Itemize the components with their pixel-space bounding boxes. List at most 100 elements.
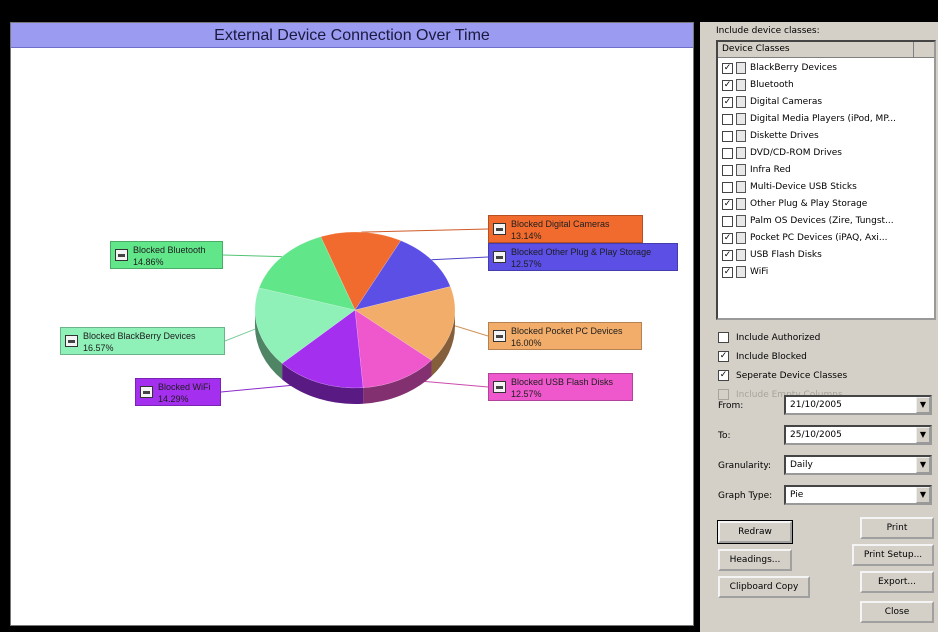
device-class-checkbox[interactable] — [722, 165, 733, 176]
pocket-pc-icon — [493, 330, 506, 342]
graph-type-dropdown-button[interactable]: ▼ — [916, 487, 930, 503]
granularity-label: Granularity: — [718, 461, 772, 471]
leader-line — [222, 254, 283, 258]
device-class-checkbox[interactable]: ✓ — [722, 199, 733, 210]
device-class-row[interactable]: Palm OS Devices (Zire, Tungst... — [722, 213, 934, 230]
options-panel: Include device classes: Device Classes ✓… — [700, 22, 938, 632]
pie-label-usb-flash-disks: Blocked USB Flash Disks 12.57% — [488, 373, 633, 401]
device-icon — [736, 249, 746, 261]
column-header-device-classes[interactable]: Device Classes — [718, 42, 914, 57]
from-date-value: 21/10/2005 — [790, 400, 842, 410]
separate-device-classes-checkbox[interactable]: ✓ — [718, 370, 729, 381]
device-class-checkbox[interactable] — [722, 216, 733, 227]
graph-type-value: Pie — [790, 490, 804, 500]
graph-type-label: Graph Type: — [718, 491, 773, 501]
device-class-row[interactable]: ✓ USB Flash Disks — [722, 247, 934, 264]
device-class-row[interactable]: ✓ WiFi — [722, 264, 934, 281]
device-class-row[interactable]: ✓ Pocket PC Devices (iPAQ, Axi... — [722, 230, 934, 247]
device-class-label: Infra Red — [750, 165, 791, 175]
pie-label-digital-cameras: Blocked Digital Cameras 13.14% — [488, 215, 643, 243]
leader-line — [452, 324, 489, 337]
device-class-row[interactable]: ✓ BlackBerry Devices — [722, 60, 934, 77]
device-class-checkbox[interactable]: ✓ — [722, 97, 733, 108]
leader-line — [224, 327, 258, 342]
include-blocked-checkbox[interactable]: ✓ — [718, 351, 729, 362]
device-icon — [736, 79, 746, 91]
granularity-select[interactable]: Daily ▼ — [784, 455, 932, 475]
device-icon — [736, 96, 746, 108]
device-class-label: WiFi — [750, 267, 769, 277]
device-class-label: BlackBerry Devices — [750, 63, 837, 73]
redraw-button[interactable]: Redraw — [717, 520, 793, 544]
device-class-checkbox[interactable] — [722, 148, 733, 159]
device-class-row[interactable]: ✓ Digital Cameras — [722, 94, 934, 111]
chart-window: External Device Connection Over Time Blo… — [0, 0, 938, 632]
device-class-checkbox[interactable]: ✓ — [722, 80, 733, 91]
device-icon — [736, 62, 746, 74]
device-icon — [736, 198, 746, 210]
chart-area: External Device Connection Over Time Blo… — [10, 22, 694, 626]
device-class-label: Digital Cameras — [750, 97, 823, 107]
leader-line — [361, 228, 489, 233]
device-class-label: DVD/CD-ROM Drives — [750, 148, 842, 158]
device-class-row[interactable]: ✓ Other Plug & Play Storage — [722, 196, 934, 213]
to-date-value: 25/10/2005 — [790, 430, 842, 440]
from-dropdown-button[interactable]: ▼ — [916, 397, 930, 413]
to-date-picker[interactable]: 25/10/2005 ▼ — [784, 425, 932, 445]
headings-button[interactable]: Headings... — [718, 549, 792, 571]
print-setup-button[interactable]: Print Setup... — [852, 544, 934, 566]
device-icon — [736, 266, 746, 278]
device-class-row[interactable]: Multi-Device USB Sticks — [722, 179, 934, 196]
device-icon — [736, 147, 746, 159]
bluetooth-icon — [115, 249, 128, 261]
device-icon — [736, 181, 746, 193]
device-class-row[interactable]: Infra Red — [722, 162, 934, 179]
slice-percent: 16.00% — [511, 338, 542, 348]
leader-line — [431, 256, 489, 261]
device-class-row[interactable]: ✓ Bluetooth — [722, 77, 934, 94]
slice-name: Blocked Pocket PC Devices — [511, 326, 623, 336]
slice-name: Blocked Other Plug & Play Storage — [511, 247, 652, 257]
granularity-value: Daily — [790, 460, 813, 470]
device-class-row[interactable]: Diskette Drives — [722, 128, 934, 145]
pie-label-blackberry-devices: Blocked BlackBerry Devices 16.57% — [60, 327, 225, 355]
device-class-label: Diskette Drives — [750, 131, 819, 141]
device-class-label: Other Plug & Play Storage — [750, 199, 868, 209]
granularity-dropdown-button[interactable]: ▼ — [916, 457, 930, 473]
device-icon — [736, 130, 746, 142]
device-classes-list[interactable]: Device Classes ✓ BlackBerry Devices ✓ Bluet… — [716, 40, 936, 320]
device-icon — [736, 215, 746, 227]
device-class-row[interactable]: Digital Media Players (iPod, MP... — [722, 111, 934, 128]
print-button[interactable]: Print — [860, 517, 934, 539]
blackberry-icon — [65, 335, 78, 347]
device-class-checkbox[interactable] — [722, 182, 733, 193]
device-class-checkbox[interactable]: ✓ — [722, 250, 733, 261]
device-class-label: USB Flash Disks — [750, 250, 822, 260]
slice-name: Blocked WiFi — [158, 382, 211, 392]
camera-icon — [493, 223, 506, 235]
device-class-label: Digital Media Players (iPod, MP... — [750, 114, 896, 124]
from-date-picker[interactable]: 21/10/2005 ▼ — [784, 395, 932, 415]
include-authorized-checkbox[interactable] — [718, 332, 729, 343]
device-class-checkbox[interactable]: ✓ — [722, 267, 733, 278]
slice-name: Blocked USB Flash Disks — [511, 377, 614, 387]
slice-name: Blocked Digital Cameras — [511, 219, 610, 229]
graph-type-select[interactable]: Pie ▼ — [784, 485, 932, 505]
device-class-checkbox[interactable] — [722, 114, 733, 125]
to-label: To: — [718, 431, 731, 441]
slice-percent: 12.57% — [511, 259, 542, 269]
clipboard-copy-button[interactable]: Clipboard Copy — [718, 576, 810, 598]
slice-name: Blocked Bluetooth — [133, 245, 206, 255]
to-dropdown-button[interactable]: ▼ — [916, 427, 930, 443]
slice-percent: 13.14% — [511, 231, 542, 241]
device-class-checkbox[interactable]: ✓ — [722, 233, 733, 244]
device-class-checkbox[interactable] — [722, 131, 733, 142]
slice-percent: 14.86% — [133, 257, 164, 267]
include-blocked-label: Include Blocked — [736, 352, 807, 362]
device-class-row[interactable]: DVD/CD-ROM Drives — [722, 145, 934, 162]
export-button[interactable]: Export... — [860, 571, 934, 593]
device-class-checkbox[interactable]: ✓ — [722, 63, 733, 74]
device-icon — [736, 232, 746, 244]
close-button[interactable]: Close — [860, 601, 934, 623]
pie-label-other-plug-play-storage: Blocked Other Plug & Play Storage 12.57% — [488, 243, 678, 271]
